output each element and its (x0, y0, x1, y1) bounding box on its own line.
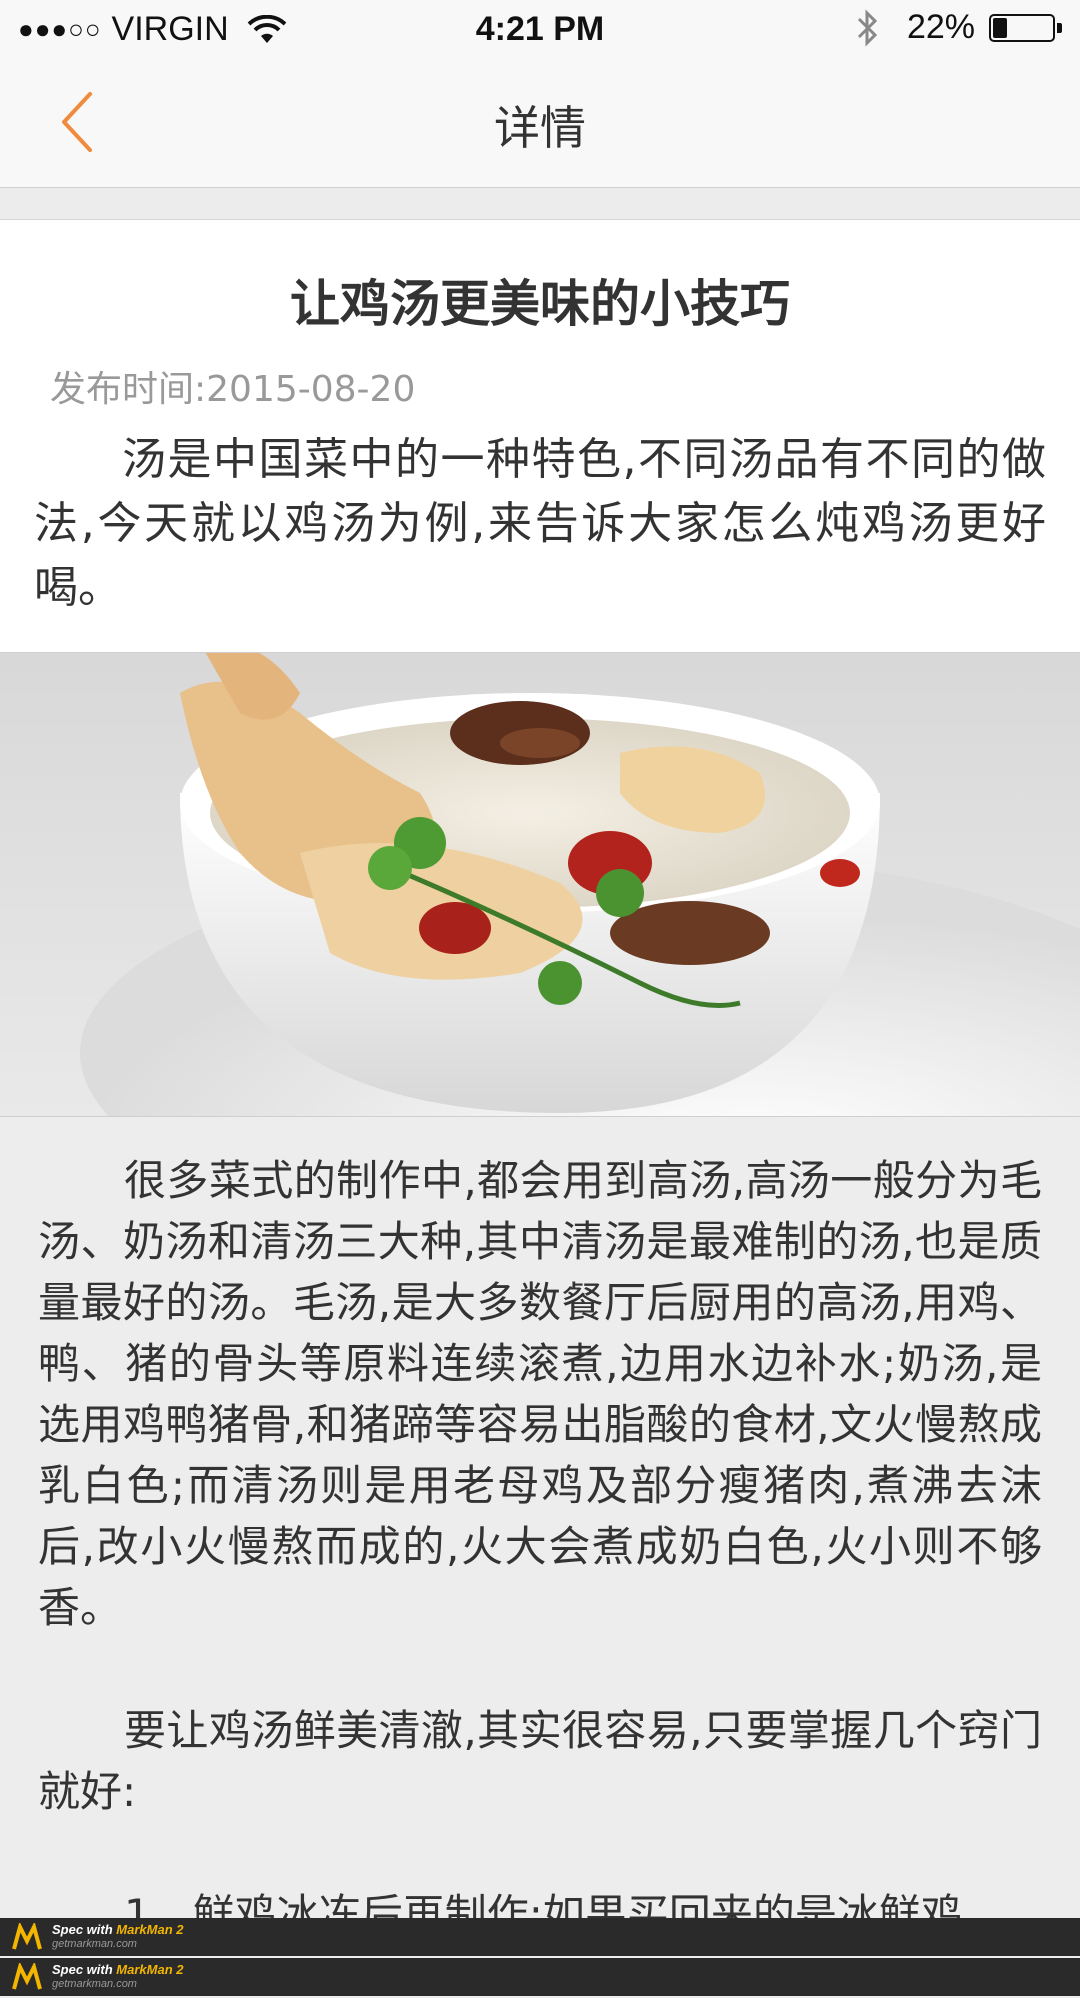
article-title: 让鸡汤更美味的小技巧 (290, 275, 790, 333)
battery-icon (989, 13, 1055, 42)
markman-prefix: Spec with (52, 1962, 117, 1977)
navigation-bar: 详情 (0, 62, 1080, 188)
battery-tip (1057, 22, 1062, 33)
body-paragraph-2: 要让鸡汤鲜美清澈,其实很容易,只要掌握几个窍门就好: (38, 1706, 1042, 1816)
markman-text: Spec with MarkMan 2 getmarkman.com (52, 1963, 184, 1991)
chicken-soup-image (0, 652, 1080, 1117)
markman-watermark: Spec with MarkMan 2 getmarkman.com (0, 1918, 1080, 1956)
markman-logo-icon (12, 1963, 42, 1990)
soup-illustration (80, 653, 1080, 1116)
status-right: 22% (855, 8, 1062, 47)
markman-url: getmarkman.com (52, 1978, 137, 1990)
markman-text: Spec with MarkMan 2 getmarkman.com (52, 1923, 184, 1951)
article-body: 很多菜式的制作中,都会用到高汤,高汤一般分为毛汤、奶汤和清汤三大种,其中清汤是最… (38, 1150, 1042, 1998)
battery-percent: 22% (906, 8, 975, 46)
markman-prefix: Spec with (52, 1922, 117, 1937)
status-bar: ●●●○○ VIRGIN 4:21 PM 22% (0, 0, 1080, 62)
markman-watermark: Spec with MarkMan 2 getmarkman.com (0, 1958, 1080, 1996)
article-intro: 汤是中国菜中的一种特色,不同汤品有不同的做法,今天就以鸡汤为例,来告诉大家怎么炖… (34, 434, 1046, 613)
markman-brand: MarkMan 2 (116, 1962, 184, 1977)
markman-logo-icon (12, 1923, 42, 1950)
markman-url: getmarkman.com (52, 1938, 137, 1950)
page-title: 详情 (494, 101, 586, 155)
bluetooth-icon (857, 8, 878, 47)
article-header: 让鸡汤更美味的小技巧 发布时间:2015-08-20 汤是中国菜中的一种特色,不… (0, 220, 1080, 652)
markman-brand: MarkMan 2 (116, 1922, 184, 1937)
battery-level (993, 17, 1007, 38)
section-divider (0, 188, 1080, 220)
publish-time: 发布时间:2015-08-20 (50, 369, 416, 410)
body-paragraph-1: 很多菜式的制作中,都会用到高汤,高汤一般分为毛汤、奶汤和清汤三大种,其中清汤是最… (38, 1156, 1042, 1632)
